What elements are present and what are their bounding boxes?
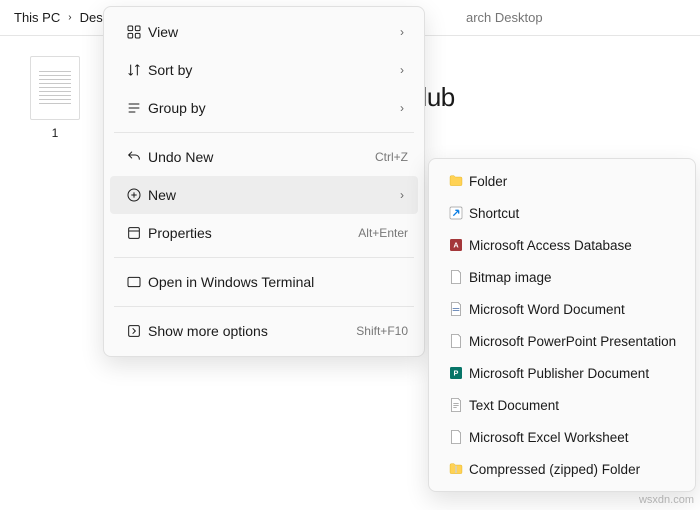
submenu-excel[interactable]: Microsoft Excel Worksheet [435,421,689,453]
menu-label: Undo New [148,149,375,165]
submenu-access[interactable]: A Microsoft Access Database [435,229,689,261]
menu-group[interactable]: Group by › [110,89,418,127]
chevron-right-icon: › [400,101,408,115]
submenu-label: Microsoft Excel Worksheet [469,430,629,445]
submenu-label: Microsoft Word Document [469,302,625,317]
submenu-label: Microsoft Access Database [469,238,632,253]
search-input[interactable] [460,4,700,31]
menu-label: View [148,24,400,40]
file-item[interactable]: 1 [20,56,90,140]
menu-separator [114,257,414,258]
word-icon [443,301,469,317]
menu-label: Show more options [148,323,356,339]
svg-text:A: A [453,241,459,250]
menu-shortcut: Shift+F10 [356,324,408,338]
submenu-shortcut[interactable]: Shortcut [435,197,689,229]
excel-icon [443,429,469,445]
submenu-bitmap[interactable]: Bitmap image [435,261,689,293]
svg-text:P: P [454,369,459,378]
chevron-right-icon: › [68,12,71,23]
chevron-right-icon: › [400,188,408,202]
menu-label: New [148,187,400,203]
submenu-powerpoint[interactable]: Microsoft PowerPoint Presentation [435,325,689,357]
chevron-right-icon: › [400,63,408,77]
new-icon [120,187,148,203]
terminal-icon [120,274,148,290]
submenu-publisher[interactable]: P Microsoft Publisher Document [435,357,689,389]
submenu-label: Microsoft Publisher Document [469,366,649,381]
zip-icon [443,461,469,477]
shortcut-icon [443,205,469,221]
footer-credit: wsxdn.com [639,494,694,506]
submenu-folder[interactable]: Folder [435,165,689,197]
menu-terminal[interactable]: Open in Windows Terminal [110,263,418,301]
publisher-icon: P [443,365,469,381]
submenu-zip[interactable]: Compressed (zipped) Folder [435,453,689,485]
undo-icon [120,149,148,165]
menu-more-options[interactable]: Show more options Shift+F10 [110,312,418,350]
menu-view[interactable]: View › [110,13,418,51]
powerpoint-icon [443,333,469,349]
menu-shortcut: Alt+Enter [358,226,408,240]
submenu-label: Text Document [469,398,559,413]
submenu-label: Microsoft PowerPoint Presentation [469,334,676,349]
properties-icon [120,225,148,241]
menu-undo[interactable]: Undo New Ctrl+Z [110,138,418,176]
submenu-label: Bitmap image [469,270,552,285]
submenu-label: Folder [469,174,507,189]
group-icon [120,100,148,116]
bitmap-icon [443,269,469,285]
more-options-icon [120,323,148,339]
menu-shortcut: Ctrl+Z [375,150,408,164]
menu-label: Sort by [148,62,400,78]
search-box[interactable] [460,4,700,31]
text-file-icon [30,56,80,120]
menu-sort[interactable]: Sort by › [110,51,418,89]
submenu-word[interactable]: Microsoft Word Document [435,293,689,325]
context-menu: View › Sort by › Group by › Undo New Ctr… [103,6,425,357]
menu-separator [114,132,414,133]
new-submenu: Folder Shortcut A Microsoft Access Datab… [428,158,696,492]
submenu-label: Shortcut [469,206,519,221]
view-icon [120,24,148,40]
breadcrumb-root[interactable]: This PC [14,10,60,25]
access-icon: A [443,237,469,253]
menu-label: Group by [148,100,400,116]
folder-icon [443,173,469,189]
menu-separator [114,306,414,307]
menu-label: Open in Windows Terminal [148,274,408,290]
submenu-text[interactable]: Text Document [435,389,689,421]
chevron-right-icon: › [400,25,408,39]
file-label: 1 [20,126,90,140]
menu-properties[interactable]: Properties Alt+Enter [110,214,418,252]
submenu-label: Compressed (zipped) Folder [469,462,640,477]
text-icon [443,397,469,413]
menu-new[interactable]: New › [110,176,418,214]
menu-label: Properties [148,225,358,241]
sort-icon [120,62,148,78]
